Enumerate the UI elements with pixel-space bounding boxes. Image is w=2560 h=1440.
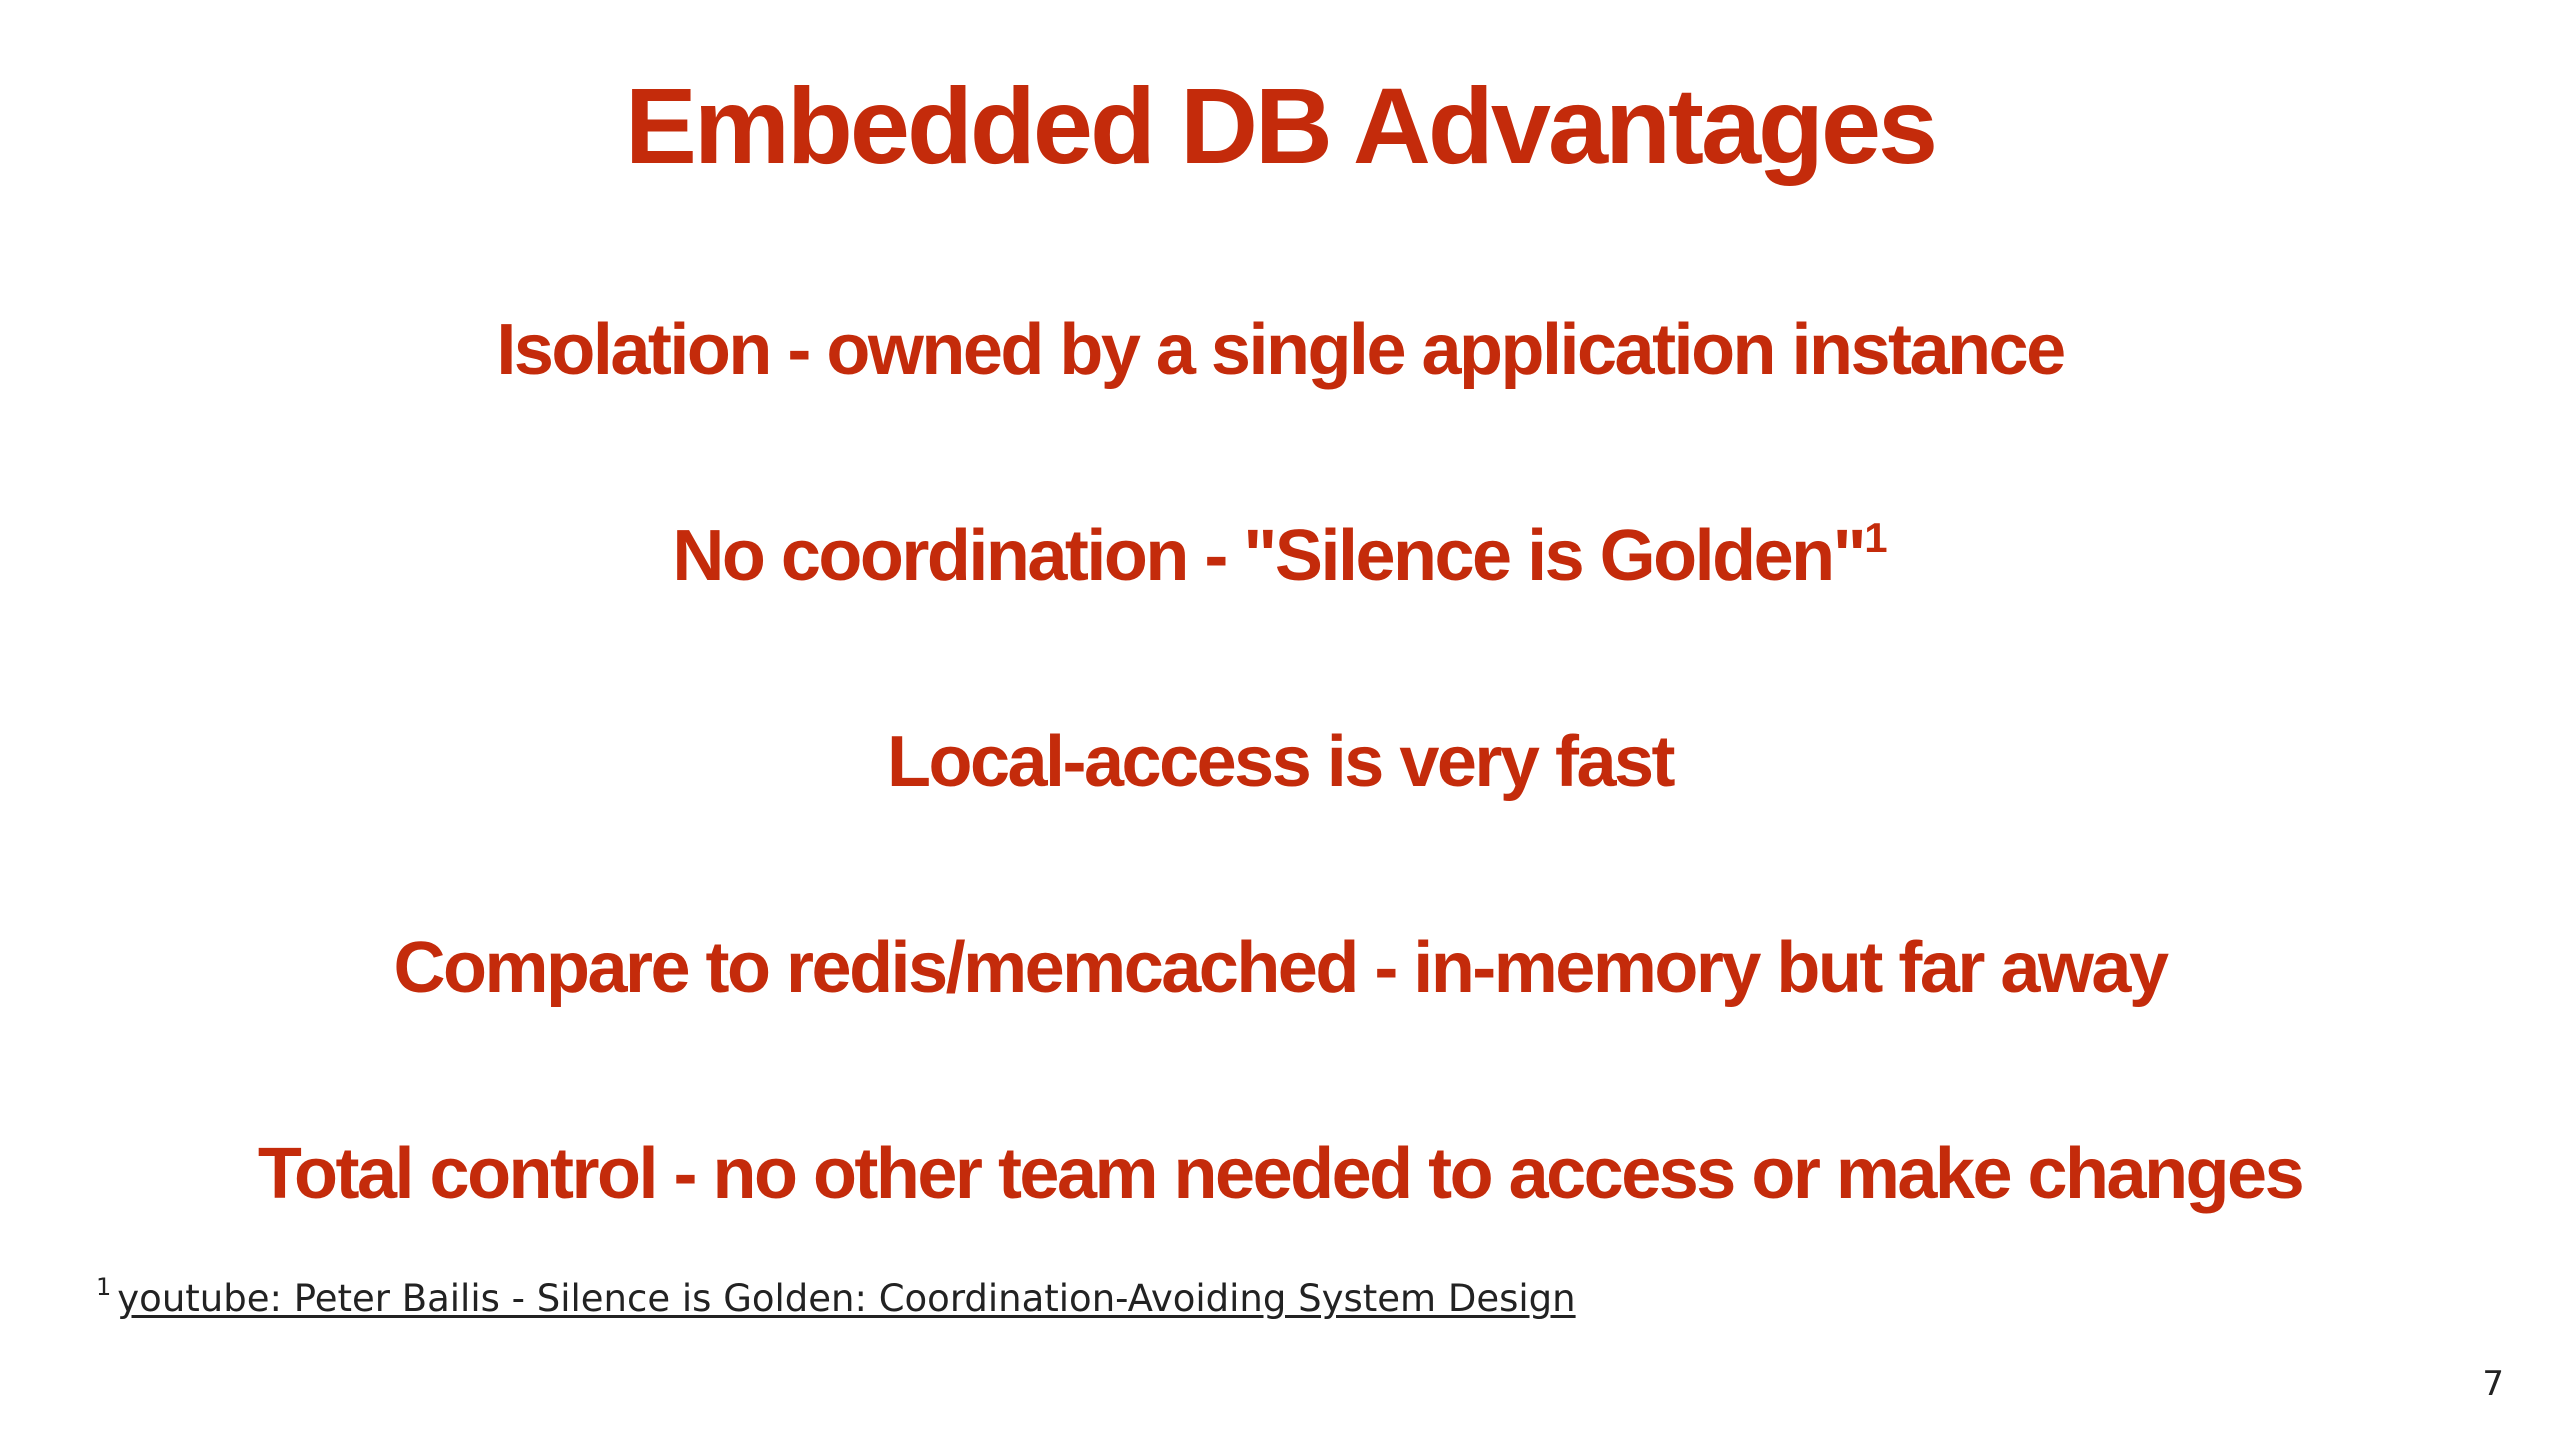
bullet-text: Compare to redis/memcached - in-memory b… — [393, 928, 2169, 1008]
footnote-link[interactable]: youtube: Peter Bailis - Silence is Golde… — [117, 1277, 1575, 1320]
slide: Embedded DB Advantages Isolation - owned… — [0, 0, 2560, 1440]
bullet-list: Isolation - owned by a single applicatio… — [0, 282, 2560, 1312]
bullet-text: Total control - no other team needed to … — [257, 1134, 2305, 1214]
bullet-item: Local-access is very fast — [0, 694, 2560, 900]
bullet-text: Local-access is very fast — [886, 722, 1676, 802]
bullet-text: Isolation - owned by a single applicatio… — [496, 310, 2066, 390]
bullet-item: Compare to redis/memcached - in-memory b… — [0, 900, 2560, 1106]
footnote-reference: 1 — [1864, 514, 1888, 561]
page-number: 7 — [2482, 1364, 2504, 1404]
footnote-marker: 1 — [96, 1273, 112, 1301]
bullet-text: No coordination - "Silence is Golden" — [672, 516, 1866, 596]
bullet-item: Isolation - owned by a single applicatio… — [0, 282, 2560, 488]
slide-title: Embedded DB Advantages — [624, 65, 1938, 186]
footnote: 1 youtube: Peter Bailis - Silence is Gold… — [96, 1262, 1576, 1324]
bullet-item: No coordination - "Silence is Golden"1 — [0, 488, 2560, 694]
